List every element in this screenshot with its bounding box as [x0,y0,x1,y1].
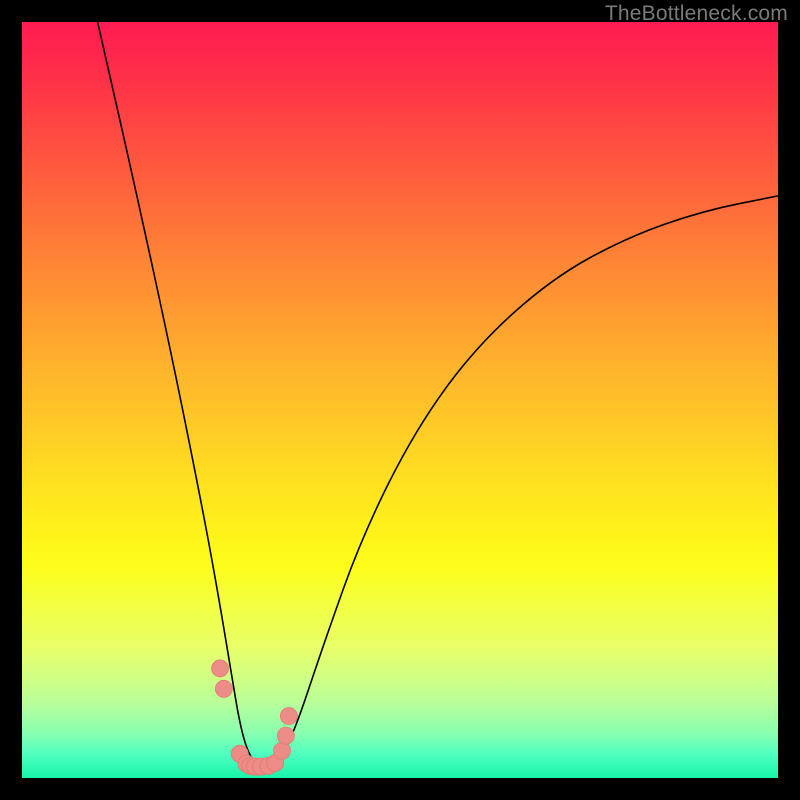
marker-point [212,660,229,677]
watermark-text: TheBottleneck.com [605,2,788,26]
chart-svg [22,22,778,778]
curve-right [268,196,778,767]
marker-point [280,708,297,725]
marker-point [215,680,232,697]
marker-point [274,742,291,759]
marker-point [277,727,294,744]
data-markers [212,660,298,775]
curve-left [98,22,268,767]
plot-area [22,22,778,778]
